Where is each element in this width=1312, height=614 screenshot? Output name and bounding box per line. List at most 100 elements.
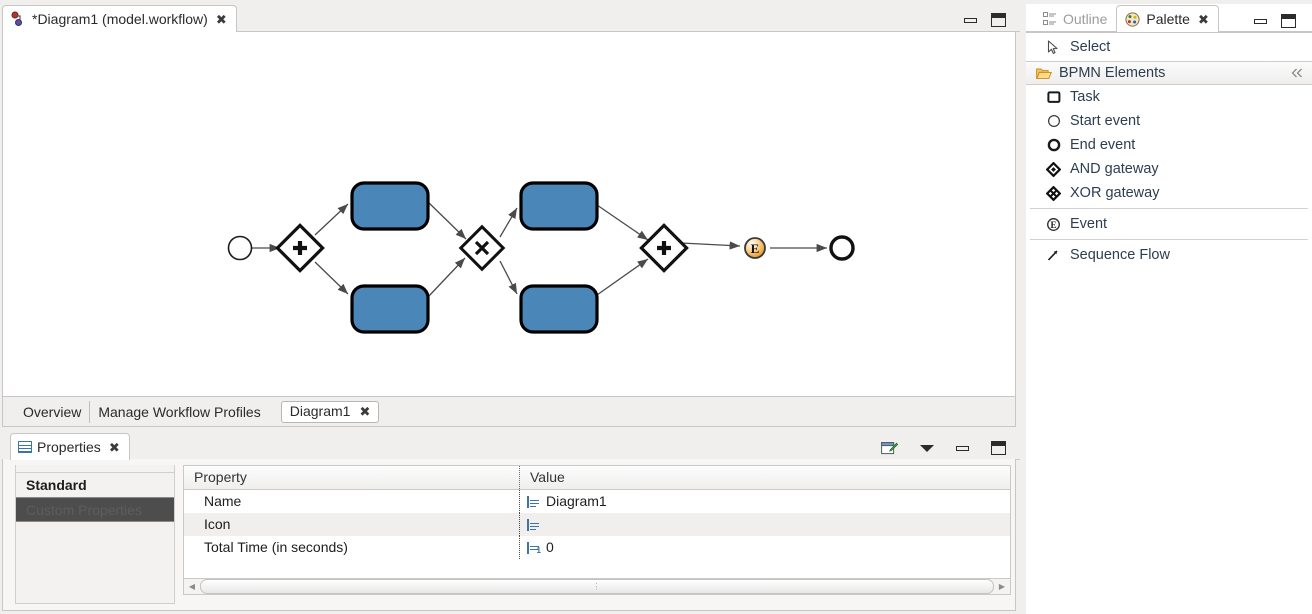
palette-item-sequence-flow[interactable]: Sequence Flow [1026,243,1312,267]
page-tab-overview[interactable]: Overview [15,401,89,423]
palette-item-sequence-flow-label: Sequence Flow [1070,247,1170,263]
palette-divider-2 [1030,239,1308,240]
palette-item-and-gateway[interactable]: AND gateway [1026,157,1312,181]
close-icon[interactable]: ✖ [1198,13,1209,26]
open-folder-icon [1035,67,1052,80]
collapse-pin-icon[interactable] [1289,67,1306,79]
palette-item-event[interactable]: E Event [1026,212,1312,236]
view-tab-outline-label: Outline [1063,10,1108,27]
editor-tab-diagram1[interactable]: *Diagram1 (model.workflow) ✖ [2,5,237,32]
and-gateway-diamond-icon [1045,161,1062,177]
properties-table[interactable]: Property Value Name Diagram1 Icon Total … [183,465,1011,578]
palette-content: Select BPMN Elements Task Start event En… [1026,32,1312,614]
column-header-value[interactable]: Value [519,466,1010,489]
column-header-property[interactable]: Property [184,466,519,489]
table-row[interactable]: Name Diagram1 [184,490,1010,513]
palette-group-label: BPMN Elements [1059,65,1166,81]
diagram-node-task-4[interactable] [519,284,599,334]
diagram-node-end-event[interactable] [829,235,855,261]
palette-item-xor-gateway[interactable]: XOR gateway [1026,181,1312,205]
properties-toolbar [881,440,1006,456]
xor-gateway-diamond-icon [1045,185,1062,201]
diagram-node-event[interactable]: E [744,237,766,259]
diagram-node-start-event[interactable] [227,235,253,261]
table-header-row: Property Value [184,466,1010,490]
number-field-icon: 1 [527,541,541,554]
svg-text:E: E [1050,220,1056,230]
minimize-button[interactable] [964,17,977,23]
sequence-flow-line-icon [1045,248,1062,263]
table-row[interactable]: Icon [184,513,1010,536]
editor-window-buttons [964,13,1006,27]
maximize-button[interactable] [1281,14,1296,28]
properties-part: Properties ✖ Standard Custom Properties … [2,432,1020,612]
properties-tab-custom-properties[interactable]: Custom Properties [16,497,174,522]
palette-item-task[interactable]: Task [1026,85,1312,109]
editor-part: *Diagram1 (model.workflow) ✖ E Overview … [2,4,1020,428]
palette-item-xor-gateway-label: XOR gateway [1070,185,1160,201]
palette-item-start-event[interactable]: Start event [1026,109,1312,133]
properties-tab-standard[interactable]: Standard [16,472,174,497]
diagram-node-task-3[interactable] [519,181,599,231]
page-tab-manage-workflow-profiles[interactable]: Manage Workflow Profiles [89,400,268,423]
close-icon[interactable]: ✖ [216,13,227,26]
properties-content: Standard Custom Properties Property Valu… [2,459,1016,611]
view-tab-palette-label: Palette [1146,11,1190,27]
palette-item-end-event-label: End event [1070,137,1136,153]
eclipse-workbench-window: *Diagram1 (model.workflow) ✖ E Overview … [0,0,1312,614]
close-icon[interactable]: ✖ [359,405,370,418]
diagram-node-and-gateway-1[interactable] [275,223,325,273]
palette-tool-select[interactable]: Select [1026,33,1312,61]
properties-tab-bar: Properties ✖ [2,432,1020,460]
minimize-button[interactable] [956,445,969,451]
palette-icon [1124,11,1141,27]
end-event-circle-icon [1045,138,1062,152]
palette-item-end-event[interactable]: End event [1026,133,1312,157]
value-cell[interactable] [519,513,1010,536]
pin-editor-icon[interactable] [881,440,898,456]
diagram-node-task-2[interactable] [350,284,430,334]
scroll-right-arrow-icon[interactable]: ▶ [996,582,1008,591]
workflow-model-icon [10,11,27,27]
property-name-cell: Icon [204,516,231,532]
value-cell[interactable]: Diagram1 [519,490,1010,513]
property-name-cell: Name [204,493,242,509]
svg-text:E: E [751,241,760,256]
close-icon[interactable]: ✖ [109,441,120,454]
diagram-node-xor-gateway[interactable] [458,224,506,272]
task-square-icon [1045,90,1062,104]
palette-group-bpmn-elements[interactable]: BPMN Elements [1026,61,1312,85]
scrollbar-thumb[interactable]: ⋮ [200,579,994,594]
view-tab-properties[interactable]: Properties ✖ [10,433,130,460]
maximize-button[interactable] [991,13,1006,27]
scroll-left-arrow-icon[interactable]: ◀ [186,582,198,591]
editor-page-tabs: Overview Manage Workflow Profiles Diagra… [2,397,1016,427]
text-field-icon [527,495,541,508]
event-circle-e-icon: E [1045,217,1062,232]
palette-part: Outline Palette ✖ Select BPMN Elements T… [1026,4,1312,614]
page-tab-diagram1-label: Diagram1 [289,403,351,419]
diagram-canvas[interactable]: E [2,31,1016,397]
minimize-button[interactable] [1254,18,1267,24]
palette-divider-1 [1030,208,1308,209]
palette-item-and-gateway-label: AND gateway [1070,161,1159,177]
diagram-node-task-1[interactable] [350,181,430,231]
view-menu-icon[interactable] [920,444,934,452]
property-name-cell: Total Time (in seconds) [204,539,348,555]
outline-icon [1041,11,1058,26]
diagram-node-and-gateway-2[interactable] [639,223,689,273]
value-cell[interactable]: 1 0 [519,536,1010,559]
properties-tab-list: Standard Custom Properties [15,465,175,604]
bpmn-diagram: E [227,181,855,334]
page-tab-diagram1[interactable]: Diagram1 ✖ [280,400,380,423]
palette-tab-bar: Outline Palette ✖ [1034,5,1219,32]
view-tab-outline[interactable]: Outline [1034,5,1116,32]
view-tab-properties-label: Properties [37,439,101,455]
table-row[interactable]: Total Time (in seconds) 1 0 [184,536,1010,559]
properties-table-icon [18,441,32,453]
view-tab-palette[interactable]: Palette ✖ [1116,5,1219,32]
palette-item-start-event-label: Start event [1070,113,1141,129]
palette-tool-select-label: Select [1070,39,1111,55]
maximize-button[interactable] [991,441,1006,455]
properties-horizontal-scrollbar[interactable]: ◀ ⋮ ▶ [183,578,1011,595]
